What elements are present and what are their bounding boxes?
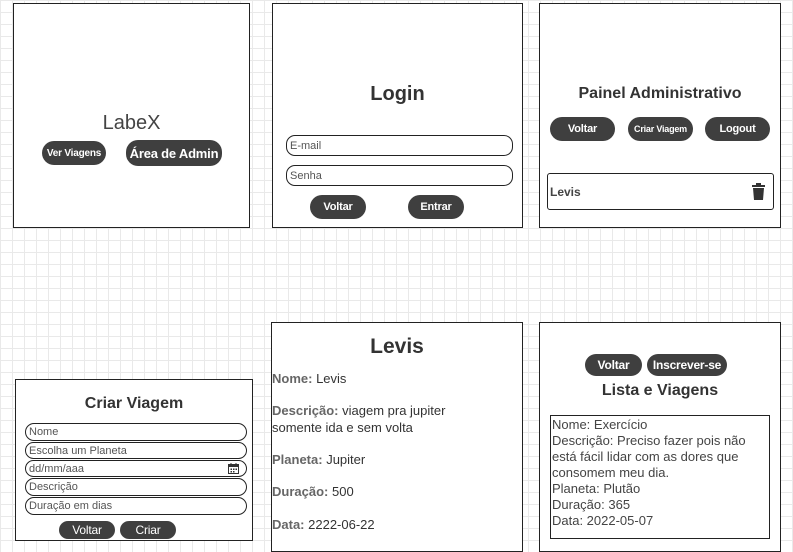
name-value: Levis bbox=[316, 371, 347, 386]
login-title: Login bbox=[370, 83, 425, 105]
calendar-icon[interactable] bbox=[228, 463, 239, 477]
admin-logout-button[interactable]: Logout bbox=[705, 117, 770, 141]
trip-detail-title: Levis bbox=[370, 335, 424, 358]
planet-value: Jupiter bbox=[326, 452, 366, 467]
create-trip-title: Criar Viagem bbox=[84, 395, 184, 412]
admin-trip-row[interactable]: Levis bbox=[547, 173, 774, 210]
date-field[interactable]: dd/mm/aaa bbox=[25, 460, 247, 477]
description-value-1: viagem pra jupiter bbox=[342, 403, 446, 418]
admin-back-button[interactable]: Voltar bbox=[550, 117, 615, 141]
email-field[interactable]: E-mail bbox=[286, 135, 513, 156]
trip-card-line: Nome: Exercício bbox=[552, 417, 648, 432]
create-trip-submit-button[interactable]: Criar bbox=[120, 521, 176, 539]
trash-icon[interactable] bbox=[752, 183, 765, 205]
login-frame: Login E-mail Senha Voltar Entrar bbox=[272, 3, 523, 228]
home-frame: LabeX Ver Viagens Área de Admin bbox=[13, 3, 250, 228]
trip-card[interactable]: Nome: Exercício Descrição: Preciso fazer… bbox=[550, 415, 770, 539]
trip-card-line: Data: 2022-05-07 bbox=[552, 513, 654, 528]
admin-title: Painel Administrativo bbox=[578, 85, 742, 102]
trip-detail-date: Data: 2222-06-22 bbox=[272, 517, 375, 532]
subscribe-button[interactable]: Inscrever-se bbox=[647, 354, 727, 376]
name-label: Nome: bbox=[272, 371, 313, 386]
trip-card-line: está fácil lidar com as dores que bbox=[552, 449, 739, 464]
trip-detail-frame: Levis Nome: Levis Descrição: viagem pra … bbox=[271, 322, 523, 552]
trip-list-title: Lista e Viagens bbox=[601, 382, 719, 399]
trip-card-line: consomem meu dia. bbox=[552, 465, 670, 480]
create-trip-back-button[interactable]: Voltar bbox=[59, 521, 115, 539]
admin-trip-name: Levis bbox=[550, 185, 581, 199]
duration-label: Duração: bbox=[272, 484, 329, 499]
trip-detail-description-2: somente ida e sem volta bbox=[272, 420, 413, 435]
trip-detail-name: Nome: Levis bbox=[272, 371, 346, 386]
date-field-text: dd/mm/aaa bbox=[29, 462, 85, 475]
duration-field[interactable]: Duração em dias bbox=[25, 497, 247, 515]
login-back-button[interactable]: Voltar bbox=[310, 195, 366, 219]
trip-name-field[interactable]: Nome bbox=[25, 423, 247, 441]
duration-value: 500 bbox=[331, 484, 354, 499]
password-field[interactable]: Senha bbox=[286, 165, 513, 186]
login-enter-button[interactable]: Entrar bbox=[408, 195, 464, 219]
description-label: Descrição: bbox=[272, 403, 339, 418]
see-trips-button[interactable]: Ver Viagens bbox=[42, 141, 106, 165]
planet-label: Planeta: bbox=[272, 452, 323, 467]
date-label: Data: bbox=[272, 517, 305, 532]
trip-list-back-button[interactable]: Voltar bbox=[585, 354, 642, 376]
trip-detail-planet: Planeta: Jupiter bbox=[272, 452, 365, 467]
admin-area-button[interactable]: Área de Admin bbox=[126, 140, 222, 166]
create-trip-frame: Criar Viagem Nome Escolha um Planeta dd/… bbox=[15, 379, 253, 541]
trip-list-frame: Voltar Inscrever-se Lista e Viagens Nome… bbox=[539, 322, 781, 552]
admin-create-trip-button[interactable]: Criar Viagem bbox=[628, 117, 693, 141]
admin-panel-frame: Painel Administrativo Voltar Criar Viage… bbox=[539, 3, 781, 228]
planet-select[interactable]: Escolha um Planeta bbox=[25, 442, 247, 459]
trip-detail-duration: Duração: 500 bbox=[272, 484, 354, 499]
trip-card-line: Duração: 365 bbox=[552, 497, 631, 512]
brand-title: LabeX bbox=[102, 112, 161, 134]
trip-card-line: Planeta: Plutão bbox=[552, 481, 641, 496]
trip-detail-description: Descrição: viagem pra jupiter bbox=[272, 403, 445, 418]
description-field[interactable]: Descrição bbox=[25, 478, 247, 496]
date-value: 2222-06-22 bbox=[308, 517, 375, 532]
trip-card-line: Descrição: Preciso fazer pois não bbox=[552, 433, 746, 448]
